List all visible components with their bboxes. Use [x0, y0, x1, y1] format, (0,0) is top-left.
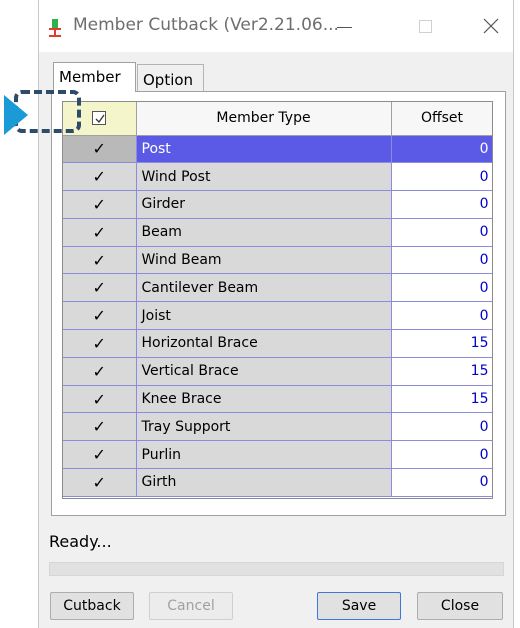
table-row[interactable]: ✓ Girder 0 [63, 190, 492, 219]
member-cutback-window: Member Cutback (Ver2.21.06... Member Opt… [38, 0, 514, 628]
tab-member[interactable]: Member [53, 62, 136, 92]
member-type-cell[interactable]: Wind Beam [136, 246, 392, 275]
member-type-cell[interactable]: Post [136, 135, 392, 164]
offset-cell[interactable]: 0 [391, 190, 492, 219]
close-button[interactable]: Close [417, 592, 503, 620]
row-checkbox[interactable]: ✓ [63, 273, 137, 303]
table-row[interactable]: ✓ Vertical Brace 15 [63, 357, 492, 386]
tab-option[interactable]: Option [137, 64, 204, 91]
table-row[interactable]: ✓ Wind Post 0 [63, 162, 492, 192]
table-row[interactable]: ✓ Cantilever Beam 0 [63, 273, 492, 303]
member-type-cell[interactable]: Knee Brace [136, 385, 392, 414]
table-row[interactable]: ✓ Post 0 [63, 135, 492, 164]
row-checkbox[interactable]: ✓ [63, 357, 137, 386]
offset-cell[interactable]: 0 [391, 246, 492, 275]
offset-cell[interactable]: 0 [391, 440, 492, 470]
member-type-cell[interactable]: Purlin [136, 440, 392, 470]
member-type-cell[interactable]: Girder [136, 190, 392, 219]
member-type-cell[interactable]: Girth [136, 468, 392, 497]
checkbox-icon [92, 111, 107, 126]
offset-cell[interactable]: 0 [391, 468, 492, 497]
member-type-grid: Member Type Offset ✓ Post 0 ✓ Wind Post 0 ✓ Gir… [62, 101, 493, 499]
table-row[interactable]: ✓ Purlin 0 [63, 440, 492, 470]
offset-cell[interactable]: 0 [391, 273, 492, 303]
offset-cell[interactable]: 0 [391, 218, 492, 247]
offset-cell[interactable]: 15 [391, 357, 492, 386]
pointer-arrow-icon [4, 95, 28, 135]
close-icon[interactable] [471, 10, 511, 42]
table-row[interactable]: ✓ Tray Support 0 [63, 412, 492, 442]
table-row[interactable]: ✓ Wind Beam 0 [63, 246, 492, 275]
row-checkbox[interactable]: ✓ [63, 468, 137, 497]
member-tab-panel: Member Type Offset ✓ Post 0 ✓ Wind Post 0 ✓ Gir… [51, 91, 506, 516]
offset-cell[interactable]: 0 [391, 135, 492, 164]
row-checkbox[interactable]: ✓ [63, 135, 137, 164]
table-row[interactable]: ✓ Beam 0 [63, 218, 492, 247]
table-row[interactable]: ✓ Knee Brace 15 [63, 385, 492, 414]
table-row[interactable]: ✓ Girth 0 [63, 468, 492, 497]
member-type-cell[interactable]: Vertical Brace [136, 357, 392, 386]
table-row[interactable]: ✓ Joist 0 [63, 301, 492, 331]
save-button[interactable]: Save [317, 592, 401, 620]
cancel-button[interactable]: Cancel [149, 592, 233, 620]
member-type-cell[interactable]: Cantilever Beam [136, 273, 392, 303]
offset-cell[interactable]: 15 [391, 329, 492, 358]
row-checkbox[interactable]: ✓ [63, 385, 137, 414]
progress-bar [49, 562, 504, 576]
row-checkbox[interactable]: ✓ [63, 190, 137, 219]
offset-cell[interactable]: 0 [391, 301, 492, 331]
column-header-offset[interactable]: Offset [391, 102, 492, 136]
column-header-member-type[interactable]: Member Type [136, 102, 392, 136]
member-type-cell[interactable]: Horizontal Brace [136, 329, 392, 358]
row-checkbox[interactable]: ✓ [63, 329, 137, 358]
row-checkbox[interactable]: ✓ [63, 218, 137, 247]
member-type-cell[interactable]: Tray Support [136, 412, 392, 442]
status-text: Ready... [49, 532, 112, 551]
member-type-cell[interactable]: Joist [136, 301, 392, 331]
offset-cell[interactable]: 0 [391, 162, 492, 192]
window-title: Member Cutback (Ver2.21.06... [73, 15, 339, 35]
cutback-button[interactable]: Cutback [50, 592, 134, 620]
row-checkbox[interactable]: ✓ [63, 246, 137, 275]
member-type-cell[interactable]: Wind Post [136, 162, 392, 192]
title-bar: Member Cutback (Ver2.21.06... [39, 0, 513, 52]
offset-cell[interactable]: 0 [391, 412, 492, 442]
row-checkbox[interactable]: ✓ [63, 301, 137, 331]
app-icon [49, 19, 61, 37]
member-type-cell[interactable]: Beam [136, 218, 392, 247]
table-row[interactable]: ✓ Horizontal Brace 15 [63, 329, 492, 358]
row-checkbox[interactable]: ✓ [63, 440, 137, 470]
offset-cell[interactable]: 15 [391, 385, 492, 414]
row-checkbox[interactable]: ✓ [63, 162, 137, 192]
maximize-icon[interactable] [405, 10, 445, 42]
minimize-icon[interactable] [325, 10, 365, 42]
row-checkbox[interactable]: ✓ [63, 412, 137, 442]
